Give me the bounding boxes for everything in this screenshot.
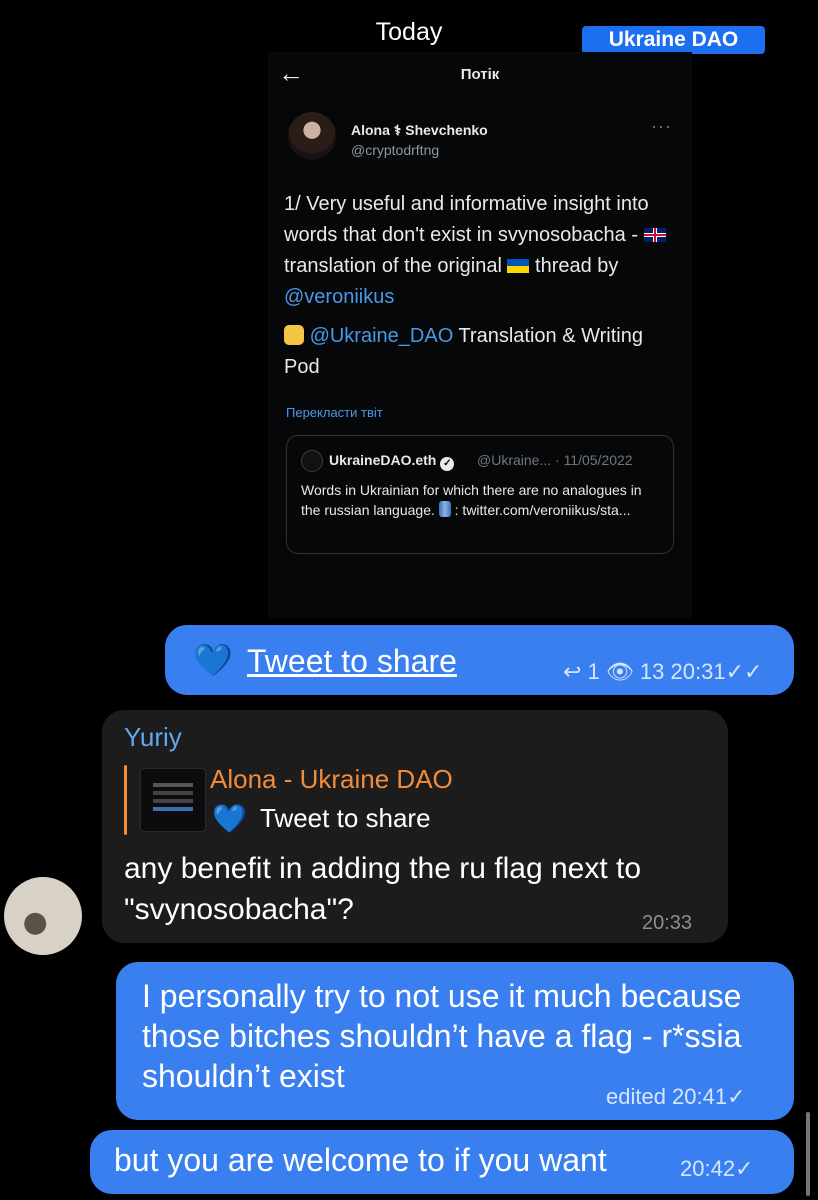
sender-name[interactable]: Yuriy: [124, 722, 182, 753]
mention-link: @veroniikus: [284, 286, 395, 308]
author-name: Alona ⚕ Shevchenko: [351, 122, 488, 138]
tweet-screenshot[interactable]: ← Потік Alona ⚕ Shevchenko @cryptodrftng…: [268, 52, 692, 618]
tweet-header-title: Потік: [460, 66, 500, 83]
incoming-message[interactable]: Yuriy Alona - Ukraine DAO 💙 Tweet to sha…: [102, 710, 728, 943]
tweet-text: 1/ Very useful and informative insight i…: [284, 193, 649, 246]
reply-author[interactable]: Alona - Ukraine DAO: [210, 764, 453, 795]
watermark-badge: Ukraine DAO: [582, 26, 765, 54]
message-meta: ↩ 1 👁 13 20:31✓✓: [563, 659, 763, 684]
message-time: 20:33: [642, 912, 693, 934]
message-meta: 20:42✓: [680, 1156, 754, 1181]
reply-preview-text[interactable]: Tweet to share: [260, 803, 431, 834]
quoted-text: Words in Ukrainian for which there are n…: [301, 482, 642, 518]
heart-icon: 💙: [193, 642, 233, 678]
message-text: I personally try to not use it much beca…: [142, 978, 742, 1094]
sender-avatar[interactable]: [4, 877, 82, 955]
ukraine-flag-icon: [507, 259, 530, 273]
quoted-tweet: UkraineDAO.eth ✓ @Ukraine... · 11/05/2022…: [286, 435, 674, 554]
quoted-author-name: UkraineDAO.eth ✓: [329, 452, 455, 471]
quoted-avatar: [301, 450, 323, 472]
tweet-header: ← Потік: [268, 52, 692, 96]
heart-icon: 💙: [212, 803, 247, 834]
outgoing-message[interactable]: I personally try to not use it much beca…: [116, 962, 794, 1120]
verified-icon: ✓: [440, 457, 455, 471]
uk-flag-icon: [643, 228, 666, 242]
outgoing-message[interactable]: but you are welcome to if you want 20:42…: [90, 1130, 794, 1194]
reply-thumbnail[interactable]: [140, 768, 206, 832]
message-text: any benefit in adding the ru flag next t…: [124, 852, 642, 926]
author-avatar: [288, 112, 336, 160]
message-text: but you are welcome to if you want: [114, 1142, 607, 1178]
message-meta: edited 20:41✓: [606, 1084, 746, 1109]
quoted-meta: @Ukraine... · 11/05/2022: [477, 452, 633, 468]
mention-link: @Ukraine_DAO: [309, 325, 454, 347]
more-icon: ···: [651, 116, 672, 136]
outgoing-message[interactable]: 💙 Tweet to share ↩ 1 👁 13 20:31✓✓: [165, 625, 794, 695]
thread-spool-icon: [438, 501, 451, 517]
tweet-body: 1/ Very useful and informative insight i…: [284, 189, 684, 383]
person-emoji-icon: [284, 325, 304, 345]
reply-accent-bar: [124, 765, 127, 835]
tweet-text: thread by: [529, 255, 619, 277]
author-handle: @cryptodrftng: [351, 142, 440, 158]
tweet-link[interactable]: Tweet to share: [247, 643, 457, 680]
tweet-text: translation of the original: [284, 255, 508, 277]
scrollbar[interactable]: [806, 1112, 810, 1196]
translate-tweet-link: Перекласти твіт: [286, 405, 383, 420]
